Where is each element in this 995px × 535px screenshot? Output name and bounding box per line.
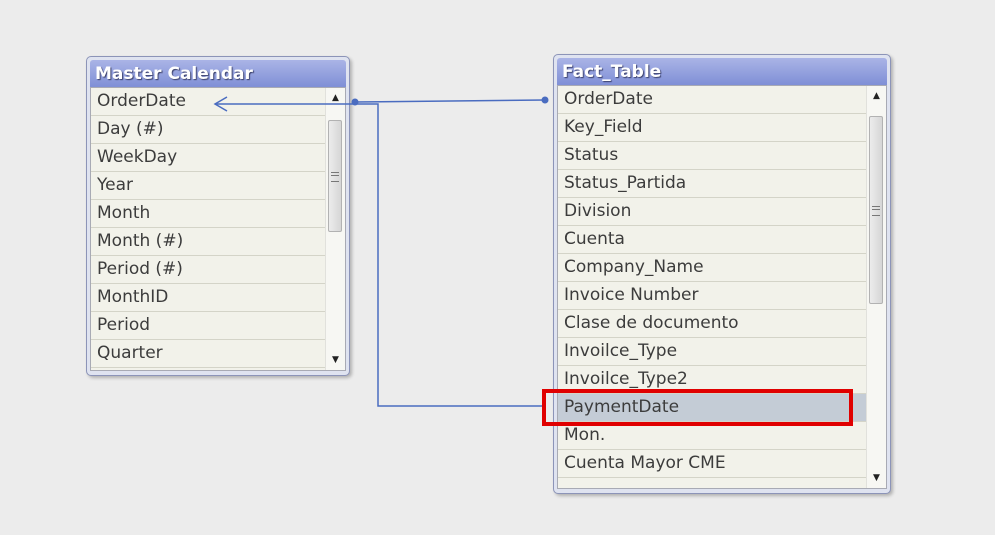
table-links bbox=[213, 96, 549, 407]
link-paymentdate-line bbox=[215, 103, 545, 407]
link-endpoint-dot bbox=[541, 96, 549, 104]
paymentdate-highlight-box bbox=[542, 389, 853, 426]
link-orderdate-line bbox=[354, 99, 546, 103]
